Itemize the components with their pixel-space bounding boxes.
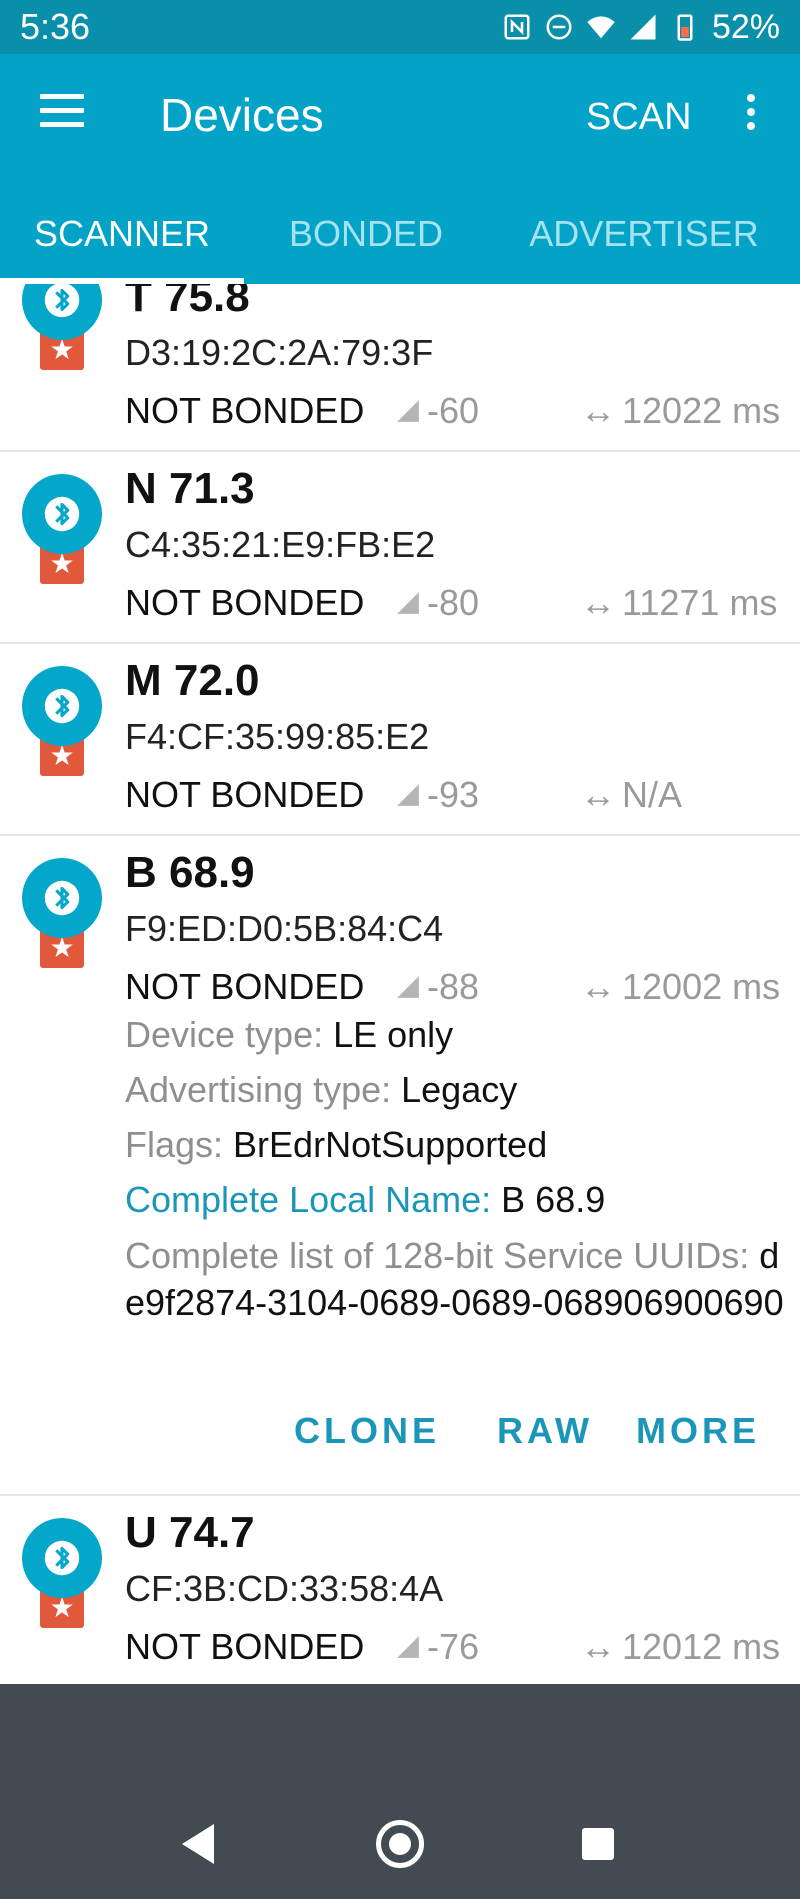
interval-icon: ↔ — [580, 966, 616, 1007]
tab-bonded[interactable]: BONDED — [244, 184, 488, 284]
device-list[interactable]: ★ T 75.8 D3:19:2C:2A:79:3F NOT BONDED -6… — [0, 284, 800, 1684]
bluetooth-icon — [44, 688, 80, 724]
bond-state: NOT BONDED — [125, 774, 365, 815]
menu-icon[interactable] — [40, 94, 84, 128]
device-type-value: LE only — [333, 1014, 454, 1055]
tab-scanner[interactable]: SCANNER — [0, 184, 244, 284]
clone-button[interactable]: CLONE — [294, 1410, 440, 1452]
rssi-value: -76 — [427, 1626, 480, 1667]
bluetooth-icon — [44, 284, 80, 318]
device-row[interactable]: ★ U 74.7 CF:3B:CD:33:58:4A NOT BONDED -7… — [0, 1496, 800, 1684]
adv-type-value: Legacy — [401, 1069, 518, 1110]
device-avatar: ★ — [22, 858, 102, 968]
rssi-value: -93 — [427, 774, 480, 815]
device-name: B 68.9 — [125, 848, 255, 897]
interval-group: ↔ 12012 ms — [580, 1626, 780, 1668]
signal-strength-icon — [397, 1636, 419, 1658]
signal-strength-icon — [397, 400, 419, 422]
local-name-value: B 68.9 — [501, 1179, 606, 1220]
service-uuids-line: Complete list of 128-bit Service UUIDs: … — [125, 1232, 785, 1326]
rssi-value: -60 — [427, 390, 480, 431]
device-mac: F4:CF:35:99:85:E2 — [125, 716, 430, 757]
local-name-key: Complete Local Name: — [125, 1179, 502, 1220]
battery-icon — [677, 14, 693, 41]
device-type-line: Device type: LE only — [125, 1014, 453, 1056]
tab-advertiser[interactable]: ADVERTISER — [488, 184, 800, 284]
device-avatar: ★ — [22, 474, 102, 584]
bond-state: NOT BONDED — [125, 1626, 365, 1667]
local-name-line: Complete Local Name: B 68.9 — [125, 1179, 605, 1221]
device-name: T 75.8 — [125, 284, 250, 321]
interval-icon: ↔ — [580, 1626, 616, 1667]
recents-icon[interactable] — [582, 1828, 614, 1860]
device-row[interactable]: ★ M 72.0 F4:CF:35:99:85:E2 NOT BONDED -9… — [0, 644, 800, 836]
rssi-group: -93 — [395, 774, 479, 816]
status-bar: 5:36 52% — [0, 0, 800, 54]
status-time: 5:36 — [20, 6, 91, 47]
bond-state: NOT BONDED — [125, 582, 365, 623]
bond-state: NOT BONDED — [125, 390, 365, 431]
bluetooth-icon — [44, 880, 80, 916]
signal-strength-icon — [397, 976, 419, 998]
bond-state: NOT BONDED — [125, 966, 365, 1007]
nfc-icon — [504, 14, 530, 40]
interval-group: ↔ 12022 ms — [580, 390, 780, 432]
interval-value: 12022 ms — [622, 390, 781, 431]
signal-icon — [630, 14, 656, 40]
rssi-group: -88 — [395, 966, 479, 1008]
interval-icon: ↔ — [580, 390, 616, 431]
device-avatar: ★ — [22, 666, 102, 776]
device-name: U 74.7 — [125, 1508, 255, 1557]
tab-bar: SCANNER BONDED ADVERTISER — [0, 184, 800, 284]
interval-value: 11271 ms — [622, 582, 778, 623]
interval-value: N/A — [622, 774, 683, 815]
device-row-expanded[interactable]: ★ B 68.9 F9:ED:D0:5B:84:C4 NOT BONDED -8… — [0, 836, 800, 1496]
signal-strength-icon — [397, 592, 419, 614]
device-mac: CF:3B:CD:33:58:4A — [125, 1568, 444, 1609]
page-title: Devices — [160, 89, 324, 141]
rssi-group: -60 — [395, 390, 479, 432]
interval-group: ↔ 11271 ms — [580, 582, 777, 624]
device-row[interactable]: ★ T 75.8 D3:19:2C:2A:79:3F NOT BONDED -6… — [0, 284, 800, 452]
interval-icon: ↔ — [580, 582, 616, 623]
device-name: M 72.0 — [125, 656, 260, 705]
device-avatar: ★ — [22, 284, 102, 370]
interval-value: 12002 ms — [622, 966, 781, 1007]
rssi-value: -88 — [427, 966, 480, 1007]
interval-icon: ↔ — [580, 774, 616, 815]
flags-line: Flags: BrEdrNotSupported — [125, 1124, 547, 1166]
raw-button[interactable]: RAW — [497, 1410, 593, 1452]
device-avatar: ★ — [22, 1518, 102, 1628]
interval-value: 12012 ms — [622, 1626, 781, 1667]
device-type-key: Device type: — [125, 1014, 334, 1055]
device-name: N 71.3 — [125, 464, 255, 513]
device-mac: C4:35:21:E9:FB:E2 — [125, 524, 436, 565]
adv-type-key: Advertising type: — [125, 1069, 402, 1110]
overflow-menu-icon[interactable] — [740, 94, 762, 134]
app-bar: Devices SCAN — [0, 54, 800, 184]
do-not-disturb-icon — [546, 14, 572, 40]
signal-strength-icon — [397, 784, 419, 806]
scan-button[interactable]: SCAN — [586, 96, 692, 139]
status-icons: 52% — [502, 8, 780, 47]
advertising-type-line: Advertising type: Legacy — [125, 1069, 517, 1111]
more-button[interactable]: MORE — [636, 1410, 760, 1452]
wifi-icon — [587, 16, 615, 39]
rssi-value: -80 — [427, 582, 480, 623]
flags-key: Flags: — [125, 1124, 234, 1165]
device-mac: F9:ED:D0:5B:84:C4 — [125, 908, 444, 949]
battery-percent: 52% — [711, 7, 780, 46]
device-row[interactable]: ★ N 71.3 C4:35:21:E9:FB:E2 NOT BONDED -8… — [0, 452, 800, 644]
bluetooth-icon — [44, 1540, 80, 1576]
bluetooth-icon — [44, 496, 80, 532]
rssi-group: -76 — [395, 1626, 479, 1668]
rssi-group: -80 — [395, 582, 479, 624]
interval-group: ↔ 12002 ms — [580, 966, 780, 1008]
home-icon[interactable] — [376, 1820, 424, 1868]
flags-value: BrEdrNotSupported — [233, 1124, 548, 1165]
uuids-key: Complete list of 128-bit Service UUIDs: — [125, 1235, 760, 1276]
interval-group: ↔ N/A — [580, 774, 682, 816]
back-icon[interactable] — [178, 1822, 218, 1866]
device-mac: D3:19:2C:2A:79:3F — [125, 332, 434, 373]
